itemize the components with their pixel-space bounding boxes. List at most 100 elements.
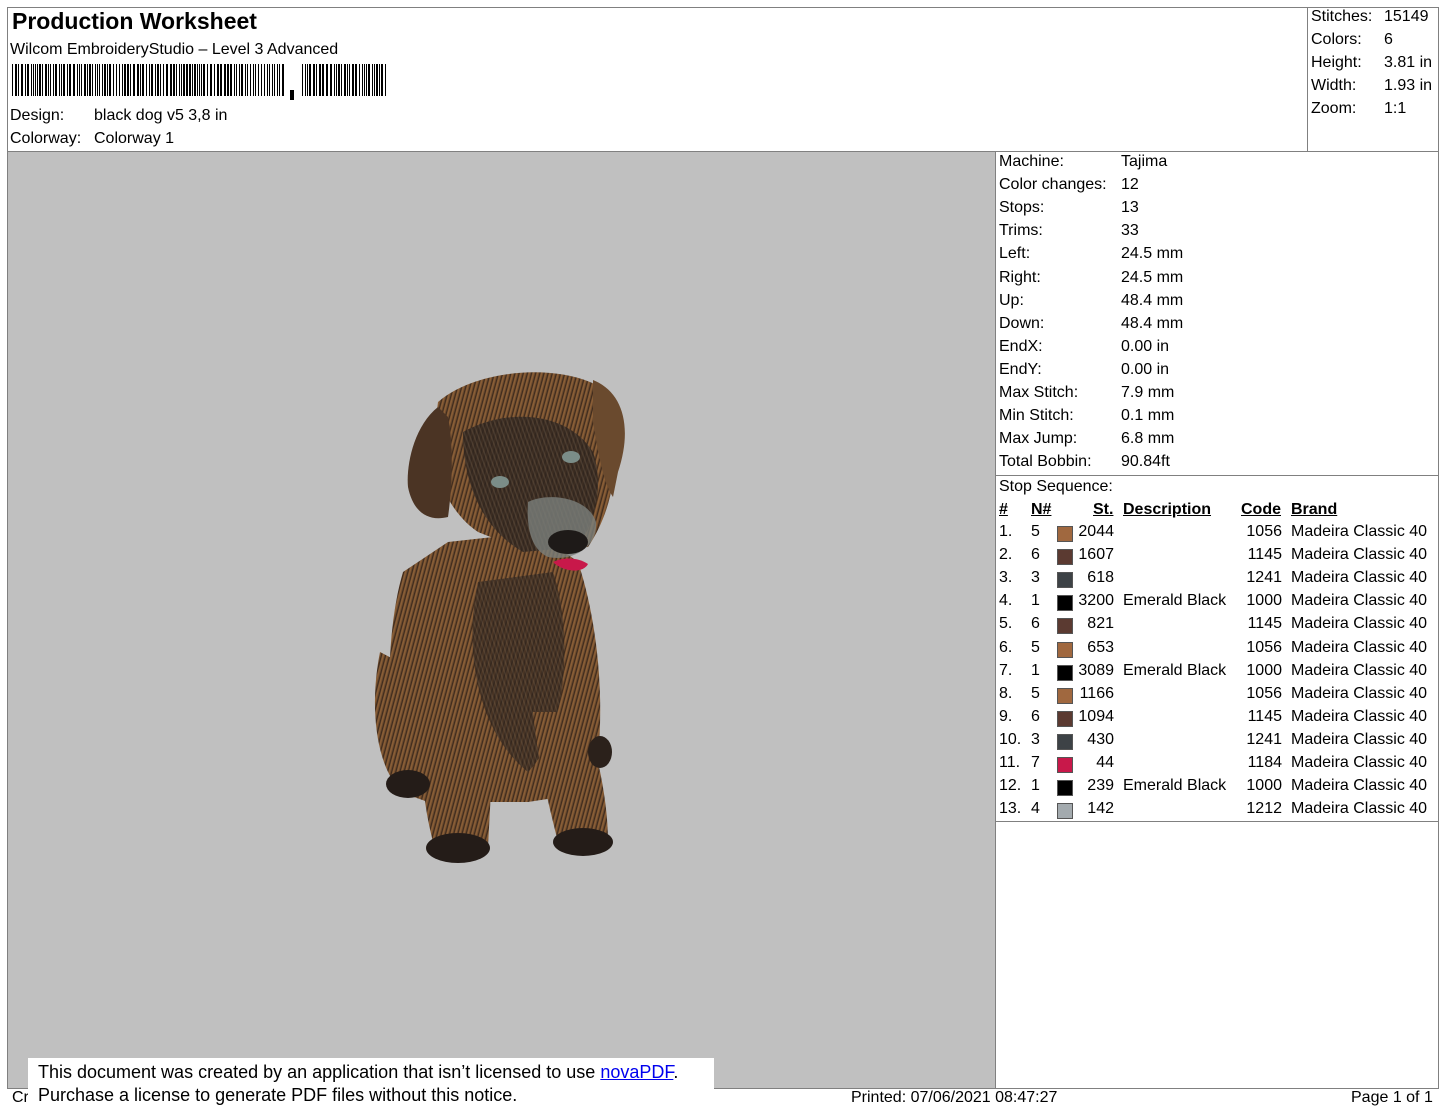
cell-brand: Madeira Classic 40 <box>1291 661 1428 679</box>
cell-brand: Madeira Classic 40 <box>1291 707 1428 725</box>
stat-height: Height: 3.81 in <box>1311 54 1432 72</box>
table-row: 10. 3 430 1241 Madeira Classic 40 <box>999 731 1439 754</box>
cell-needle: 5 <box>1031 684 1040 702</box>
color-swatch <box>1057 687 1073 704</box>
cell-num: 1. <box>999 523 1013 540</box>
cell-num: 12. <box>999 777 1022 795</box>
info-label: Down: <box>999 314 1045 332</box>
cell-num: 4. <box>999 592 1013 610</box>
info-value: 0.00 in <box>1121 360 1170 378</box>
cell-code: 1000 <box>1246 592 1282 610</box>
info-value: 48.4 mm <box>1121 314 1184 332</box>
dog-embroidery-image <box>374 372 625 863</box>
info-value: 24.5 mm <box>1121 268 1184 286</box>
stat-label: Width: <box>1311 77 1357 94</box>
design-preview <box>8 152 995 1088</box>
color-swatch <box>1057 595 1073 612</box>
machine-info-row: Up: 48.4 mm <box>999 292 1183 310</box>
cell-num: 11. <box>999 754 1021 771</box>
cell-code: 1184 <box>1247 754 1282 771</box>
cell-needle: 7 <box>1031 754 1040 771</box>
info-label: Max Stitch: <box>999 384 1079 401</box>
cell-code: 1056 <box>1246 523 1282 540</box>
cell-stitches: 1166 <box>1079 684 1114 702</box>
cell-code: 1056 <box>1246 684 1282 702</box>
machine-info-row: Left: 24.5 mm <box>999 245 1183 263</box>
cell-brand: Madeira Classic 40 <box>1291 615 1428 633</box>
table-row: 4. 1 3200 Emerald Black 1000 Madeira Classic … <box>999 592 1439 615</box>
cell-num: 8. <box>999 684 1013 702</box>
cell-stitches: 239 <box>1087 777 1114 795</box>
info-label: EndX: <box>999 337 1043 355</box>
stat-value: 1.93 in <box>1384 77 1433 94</box>
cell-brand: Madeira Classic 40 <box>1291 569 1428 587</box>
cell-code: 1000 <box>1246 661 1282 679</box>
info-label: Max Jump: <box>999 430 1078 448</box>
stat-label: Colors: <box>1311 31 1362 48</box>
cell-brand: Madeira Classic 40 <box>1291 638 1428 656</box>
design-value: black dog v5 3,8 in <box>94 107 228 124</box>
cell-num: 6. <box>999 638 1013 656</box>
page-number: Page 1 of 1 <box>1351 1089 1433 1106</box>
colorway-value: Colorway 1 <box>94 130 175 147</box>
col-header-stitches: St. <box>1093 501 1114 518</box>
col-header-description: Description <box>1123 501 1212 518</box>
info-label: Stops: <box>999 199 1045 217</box>
cell-needle: 1 <box>1031 777 1040 795</box>
cell-stitches: 44 <box>1096 754 1114 771</box>
col-header-needle: N# <box>1031 501 1052 518</box>
info-value: 0.00 in <box>1121 337 1170 355</box>
cell-stitches: 1607 <box>1078 546 1114 564</box>
cell-brand: Madeira Classic 40 <box>1291 777 1428 795</box>
machine-info-row: Stops: 13 <box>999 199 1139 217</box>
cell-needle: 6 <box>1031 546 1040 564</box>
color-swatch <box>1057 618 1073 635</box>
frame-stats-divider <box>1307 7 1308 152</box>
barcode <box>12 64 386 100</box>
table-row: 11. 7 44 1184 Madeira Classic 40 <box>999 754 1439 777</box>
stat-zoom: Zoom: 1:1 <box>1311 100 1406 118</box>
machine-info-row: Right: 24.5 mm <box>999 269 1183 287</box>
cell-num: 3. <box>999 569 1013 587</box>
cell-needle: 3 <box>1031 569 1040 587</box>
notice-line1: This document was created by an applicat… <box>38 1061 704 1084</box>
info-value: 24.5 mm <box>1121 245 1184 263</box>
frame-preview-divider <box>995 151 996 1089</box>
color-swatch <box>1057 549 1073 566</box>
stat-colors: Colors: 6 <box>1311 31 1393 49</box>
cell-num: 10. <box>999 730 1022 748</box>
table-row: 7. 1 3089 Emerald Black 1000 Madeira Classic … <box>999 662 1439 685</box>
cell-stitches: 653 <box>1087 638 1114 656</box>
created-by-text: Cr <box>12 1089 29 1106</box>
cell-brand: Madeira Classic 40 <box>1291 523 1428 540</box>
info-value: 90.84ft <box>1121 453 1170 471</box>
cell-needle: 3 <box>1031 730 1040 748</box>
color-swatch <box>1057 526 1073 542</box>
cell-needle: 6 <box>1031 707 1040 725</box>
cell-stitches: 618 <box>1087 569 1114 587</box>
col-header-num: # <box>999 501 1008 518</box>
info-label: Left: <box>999 245 1031 263</box>
table-row: 8. 5 1166 1056 Madeira Classic 40 <box>999 685 1439 708</box>
stat-label: Height: <box>1311 54 1362 71</box>
license-notice: This document was created by an applicat… <box>28 1058 714 1114</box>
info-value: 12 <box>1121 176 1139 194</box>
stat-stitches: Stitches: 15149 <box>1311 8 1429 26</box>
info-value: 33 <box>1121 222 1139 240</box>
col-header-code: Code <box>1241 501 1281 518</box>
color-swatch <box>1057 803 1073 820</box>
stop-sequence-title: Stop Sequence: <box>999 478 1113 495</box>
machine-info-row: Max Stitch: 7.9 mm <box>999 384 1174 402</box>
info-value: Tajima <box>1121 153 1168 170</box>
stat-value: 6 <box>1384 31 1393 48</box>
notice-period: . <box>673 1062 679 1082</box>
novapdf-link[interactable]: novaPDF <box>600 1062 673 1082</box>
cell-needle: 1 <box>1031 592 1040 610</box>
cell-needle: 5 <box>1031 638 1040 656</box>
cell-code: 1145 <box>1247 546 1282 564</box>
design-label: Design: <box>10 107 65 124</box>
cell-stitches: 1094 <box>1078 707 1114 725</box>
cell-brand: Madeira Classic 40 <box>1291 730 1428 748</box>
color-swatch <box>1057 641 1073 658</box>
info-label: Min Stitch: <box>999 407 1074 425</box>
